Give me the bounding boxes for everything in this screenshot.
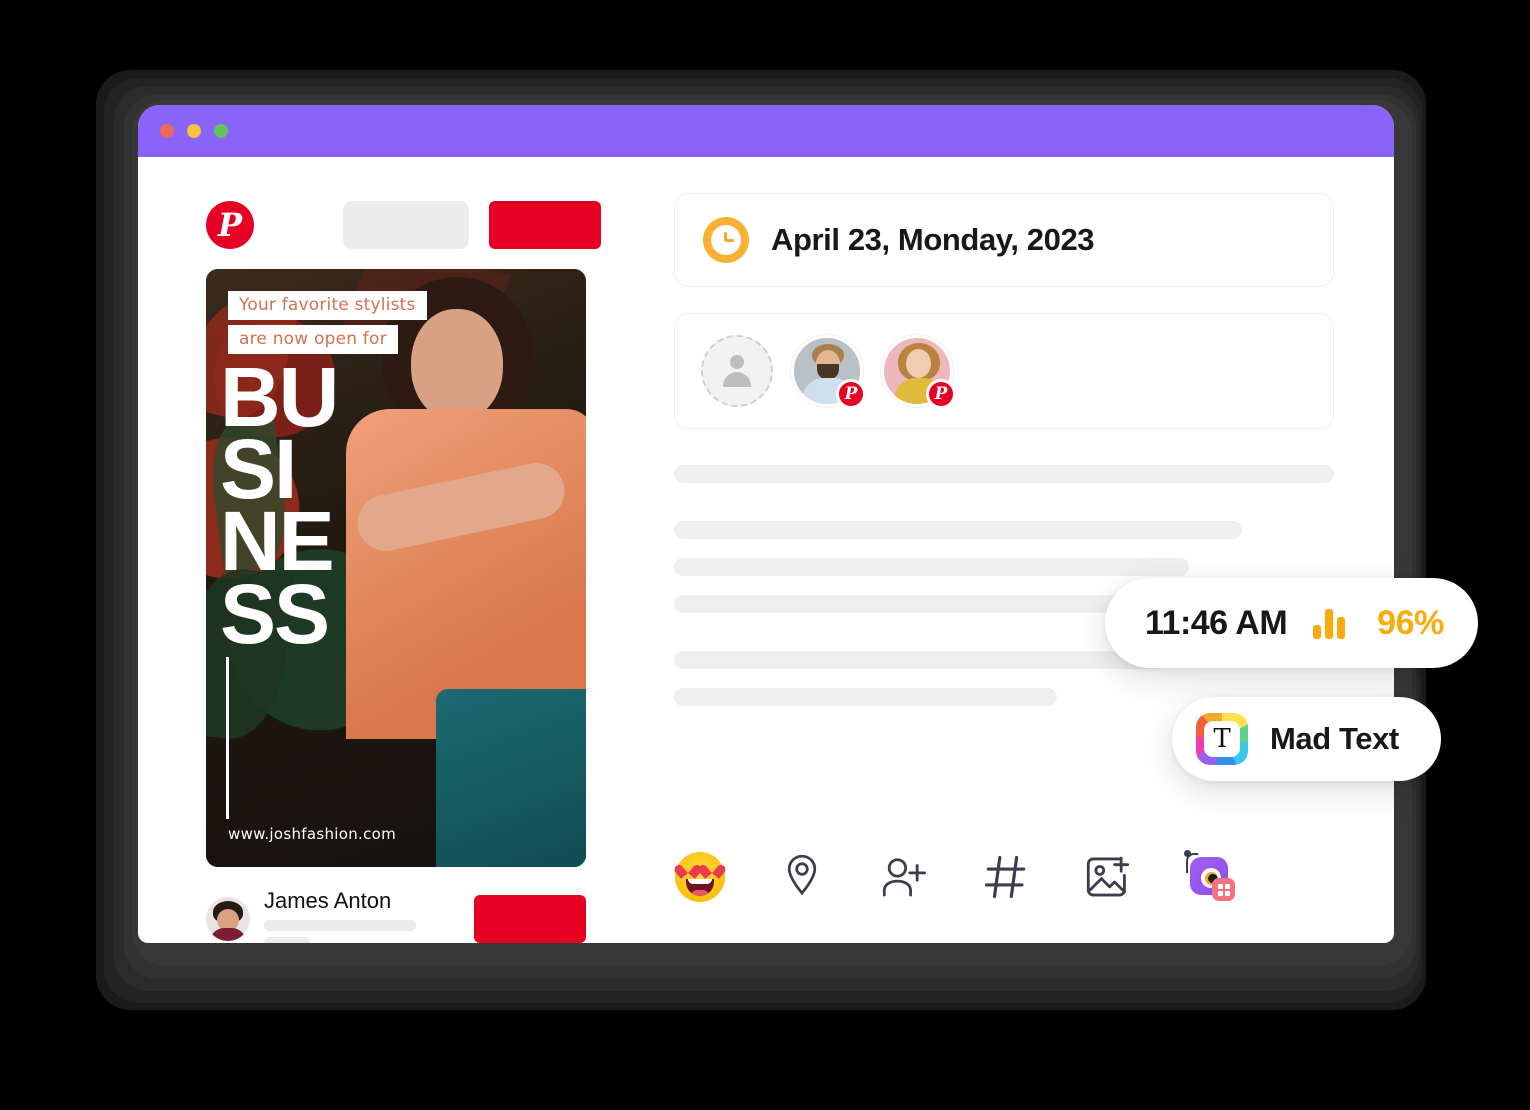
post-preview-panel: P Your favorite stylists are now open fo… [138,157,618,943]
clock-icon [703,217,749,263]
author-meta: James Anton [264,888,416,943]
poster-url-text: www.joshfashion.com [228,825,397,843]
mad-text-glyph: T [1204,721,1240,757]
close-window-button[interactable] [160,124,174,138]
author-avatar-body [210,927,246,941]
current-time-text: 11:46 AM [1145,603,1288,642]
location-pin-icon[interactable] [776,851,828,903]
schedule-date-card[interactable]: April 23, Monday, 2023 [674,193,1334,287]
emoji-heart-eye-right [704,863,720,878]
poster-accent-line [226,657,229,819]
screenshot-stage: P Your favorite stylists are now open fo… [0,0,1530,1110]
clock-face [711,225,741,255]
post-author-row: James Anton [206,888,586,943]
add-image-icon[interactable] [1082,851,1134,903]
author-meta-placeholder-2 [264,937,310,943]
poster-caption-line-1: Your favorite stylists [228,291,427,320]
maximize-window-button[interactable] [214,124,228,138]
camera-app-icon[interactable] [1184,850,1236,903]
hashtag-icon[interactable] [980,851,1032,903]
poster-title: BU SI NE SS [220,355,339,661]
schedule-date-text: April 23, Monday, 2023 [771,222,1095,257]
skeleton-bar [674,651,1163,669]
minimize-window-button[interactable] [187,124,201,138]
emoji-face [675,852,725,902]
account-avatar-male[interactable]: P [791,335,866,409]
author-avatar [206,896,250,941]
pinterest-badge-icon: P [836,379,866,409]
browser-window: P Your favorite stylists are now open fo… [138,105,1394,943]
composer-panel: April 23, Monday, 2023 P P [618,157,1394,943]
skeleton-bar [674,465,1334,483]
account-avatar-female[interactable]: P [881,335,956,409]
emoji-mouth [686,879,714,896]
pinterest-badge-icon: P [926,379,956,409]
signal-bars-icon [1313,607,1346,639]
preview-toolbar: P [206,199,618,251]
clock-minute-hand [725,239,734,242]
pinterest-logo-icon: P [206,201,254,249]
female-avatar-face [906,349,931,378]
mad-text-app-icon: T [1196,713,1248,765]
skeleton-bar [674,688,1057,706]
person-placeholder-icon [720,355,754,387]
tag-person-icon[interactable] [878,851,930,903]
pinterest-logo-glyph: P [217,206,243,244]
search-placeholder-button[interactable] [343,201,469,249]
window-titlebar [138,105,1394,157]
primary-action-button[interactable] [489,201,601,249]
skeleton-bar [674,521,1242,539]
follow-button[interactable] [474,894,586,943]
mad-text-badge[interactable]: T Mad Text [1172,697,1441,781]
poster-model-jeans [436,689,586,867]
battery-percent-text: 96% [1377,603,1444,642]
post-image-preview[interactable]: Your favorite stylists are now open for … [206,269,586,867]
mad-text-label: Mad Text [1270,721,1399,756]
camera-sticker-badge [1212,878,1235,901]
poster-title-line-4: SS [220,566,330,661]
author-name: James Anton [264,888,392,913]
time-usage-badge[interactable]: 11:46 AM 96% [1105,578,1478,668]
author-meta-placeholder-1 [264,920,416,932]
emoji-heart-eyes-icon[interactable] [674,851,726,903]
poster-model-face [411,309,503,421]
emoji-heart-eye-left [680,863,696,878]
skeleton-bar [674,558,1189,576]
composer-toolbar [674,850,1236,903]
window-content: P Your favorite stylists are now open fo… [138,157,1394,943]
accounts-card: P P [674,313,1334,429]
sticker-grid-icon [1217,883,1230,896]
add-account-button[interactable] [701,335,773,407]
